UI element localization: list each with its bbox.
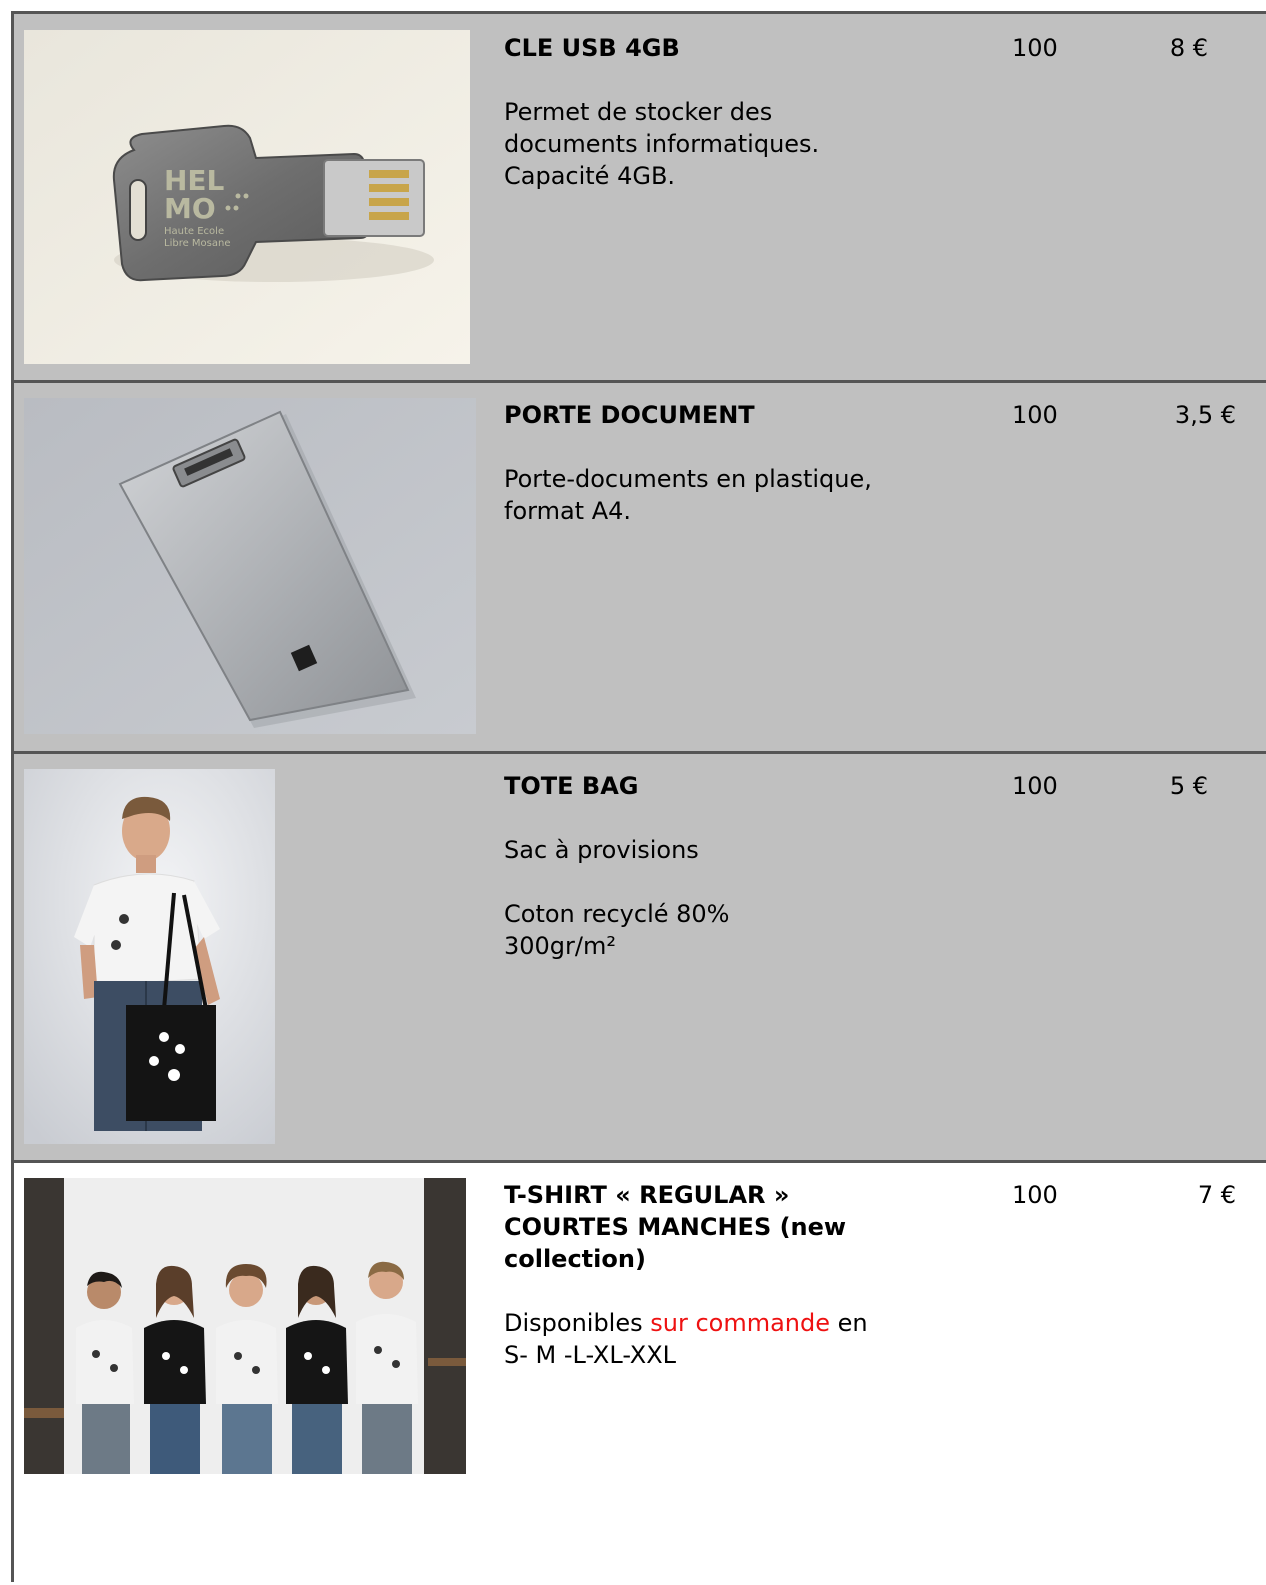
product-description: T-SHIRT « REGULAR » COURTES MANCHES (new…: [504, 1179, 934, 1371]
product-quantity: 100: [1012, 401, 1058, 429]
product-price: 5 €: [1169, 772, 1208, 800]
usb-logo-haute-ecole: Haute Ecole: [164, 226, 224, 237]
description-line: format A4.: [504, 497, 632, 525]
title-line: collection): [504, 1245, 646, 1273]
product-title: PORTE DOCUMENT: [504, 401, 755, 429]
product-title: CLE USB 4GB: [504, 34, 680, 62]
product-quantity: 100: [1012, 34, 1058, 62]
tote-bag-photo: [24, 769, 275, 1144]
title-line: T-SHIRT « REGULAR »: [504, 1181, 790, 1209]
product-title: T-SHIRT « REGULAR » COURTES MANCHES (new…: [504, 1179, 934, 1275]
document-holder-photo: [24, 398, 476, 734]
product-price: 8 €: [1169, 34, 1208, 62]
tshirt-group-photo: [24, 1178, 466, 1474]
product-description: CLE USB 4GB Permet de stocker des docume…: [504, 32, 934, 192]
description-paragraph: Sac à provisions: [504, 836, 699, 864]
sizes-line: S- M -L-XL-XXL: [504, 1341, 677, 1369]
availability-line: Disponibles sur commande en: [504, 1307, 934, 1339]
availability-text: Disponibles: [504, 1309, 651, 1337]
usb-logo-mo: MO: [164, 192, 216, 225]
usb-logo-libre-mosane: Libre Mosane: [164, 238, 231, 249]
order-on-request-highlight: sur commande: [650, 1309, 831, 1337]
description-line: Permet de stocker des: [504, 98, 773, 126]
product-row-usb: HEL MO Haute Ecole Libre Mosane CLE USB …: [14, 14, 1266, 380]
product-price: 3,5 €: [1174, 401, 1236, 429]
product-title: TOTE BAG: [504, 772, 639, 800]
product-price: 7 €: [1197, 1181, 1236, 1209]
availability-text-end: en: [830, 1309, 868, 1337]
product-quantity: 100: [1012, 772, 1058, 800]
description-line: documents informatiques.: [504, 130, 820, 158]
product-row-tote-bag: TOTE BAG Sac à provisions Coton recyclé …: [14, 754, 1266, 1160]
product-quantity: 100: [1012, 1181, 1058, 1209]
description-line: Coton recyclé 80%: [504, 900, 730, 928]
title-line: COURTES MANCHES (new: [504, 1213, 847, 1241]
product-table: HEL MO Haute Ecole Libre Mosane CLE USB …: [11, 11, 1266, 1585]
description-line: 300gr/m²: [504, 932, 616, 960]
description-line: Capacité 4GB.: [504, 162, 676, 190]
description-line: Porte-documents en plastique,: [504, 465, 872, 493]
product-description: TOTE BAG Sac à provisions Coton recyclé …: [504, 770, 934, 962]
product-row-document: PORTE DOCUMENT Porte-documents en plasti…: [14, 383, 1266, 751]
usb-key-photo: HEL MO Haute Ecole Libre Mosane: [24, 30, 470, 364]
product-description: PORTE DOCUMENT Porte-documents en plasti…: [504, 399, 934, 527]
product-row-tshirt: T-SHIRT « REGULAR » COURTES MANCHES (new…: [14, 1163, 1266, 1585]
